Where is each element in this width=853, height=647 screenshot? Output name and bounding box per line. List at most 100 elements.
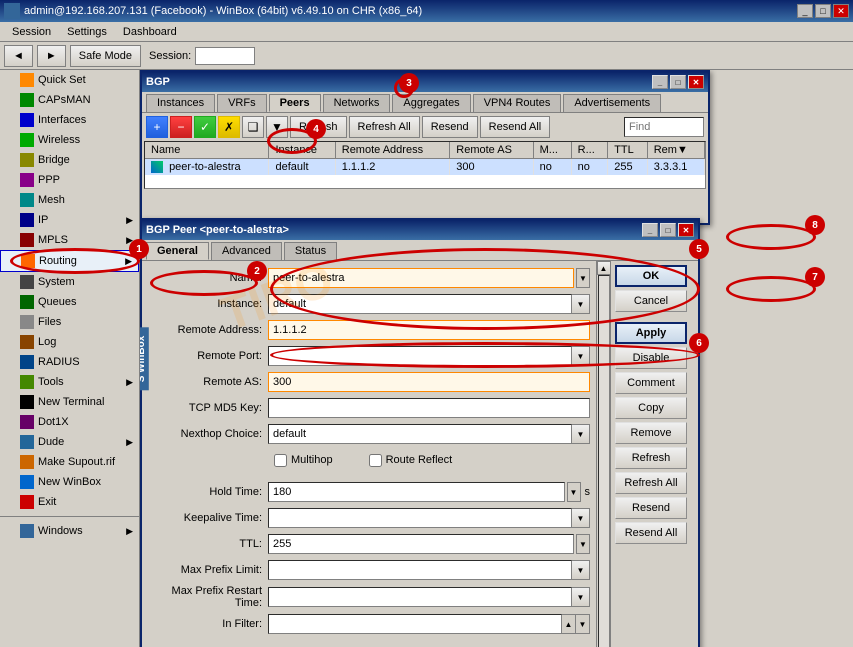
cancel-button[interactable]: Cancel (615, 290, 687, 312)
sidebar-item-newwinbox[interactable]: New WinBox (0, 472, 139, 492)
comment-button[interactable]: Comment (615, 372, 687, 394)
copy-button[interactable]: Copy (615, 397, 687, 419)
max-prefix-dropdown[interactable]: ▼ (572, 560, 590, 580)
sidebar-item-queues[interactable]: Queues (0, 292, 139, 312)
sidebar-item-radius[interactable]: RADIUS (0, 352, 139, 372)
nexthop-input[interactable] (268, 424, 572, 444)
sidebar-item-windows[interactable]: Windows ▶ (0, 521, 139, 541)
forward-button[interactable]: ► (37, 45, 66, 67)
sidebar-item-tools[interactable]: Tools ▶ (0, 372, 139, 392)
max-prefix-input[interactable] (268, 560, 572, 580)
name-scroll-down[interactable]: ▼ (576, 268, 590, 288)
ttl-input[interactable] (268, 534, 574, 554)
sidebar-item-exit[interactable]: Exit (0, 492, 139, 512)
refresh-peer-button[interactable]: Refresh (615, 447, 687, 469)
keepalive-input[interactable] (268, 508, 572, 528)
keepalive-dropdown[interactable]: ▼ (572, 508, 590, 528)
scroll-up[interactable]: ▲ (597, 261, 611, 275)
resend-all-peer-button[interactable]: Resend All (615, 522, 687, 544)
in-filter-down[interactable]: ▼ (576, 614, 590, 634)
multihop-checkbox[interactable] (274, 454, 287, 467)
filter-button[interactable]: ▼ (266, 116, 288, 138)
peer-close[interactable]: ✕ (678, 223, 694, 237)
minimize-button[interactable]: _ (797, 4, 813, 18)
sidebar-item-interfaces[interactable]: Interfaces (0, 110, 139, 130)
find-input[interactable] (624, 117, 704, 137)
sidebar-item-mpls[interactable]: MPLS ▶ (0, 230, 139, 250)
in-filter-input[interactable] (268, 614, 562, 634)
refresh-all-peer-button[interactable]: Refresh All (615, 472, 687, 494)
apply-button[interactable]: Apply (615, 322, 687, 344)
remote-address-input[interactable] (268, 320, 590, 340)
menu-settings[interactable]: Settings (59, 24, 115, 40)
sidebar-item-newterminal[interactable]: New Terminal (0, 392, 139, 412)
tab-advertisements[interactable]: Advertisements (563, 94, 661, 112)
sidebar-item-capsman[interactable]: CAPsMAN (0, 90, 139, 110)
remote-as-input[interactable] (268, 372, 590, 392)
scroll-track[interactable] (598, 275, 610, 647)
disable-button[interactable]: Disable (615, 347, 687, 369)
sidebar-item-ip[interactable]: IP ▶ (0, 210, 139, 230)
check-button[interactable]: ✓ (194, 116, 216, 138)
peer-tab-advanced[interactable]: Advanced (211, 242, 282, 260)
back-button[interactable]: ◄ (4, 45, 33, 67)
tab-vrfs[interactable]: VRFs (217, 94, 267, 112)
resend-all-button[interactable]: Resend All (480, 116, 551, 138)
sidebar-item-wireless[interactable]: Wireless (0, 130, 139, 150)
tab-vpn4routes[interactable]: VPN4 Routes (473, 94, 562, 112)
peer-tab-general[interactable]: General (146, 242, 209, 260)
cross-button[interactable]: ✗ (218, 116, 240, 138)
in-filter-up[interactable]: ▲ (562, 614, 576, 634)
remote-port-dropdown[interactable]: ▼ (572, 346, 590, 366)
tcp-md5-input[interactable] (268, 398, 590, 418)
name-input[interactable] (268, 268, 574, 288)
sidebar-item-system[interactable]: System (0, 272, 139, 292)
resend-peer-button[interactable]: Resend (615, 497, 687, 519)
close-button[interactable]: ✕ (833, 4, 849, 18)
max-prefix-restart-dropdown[interactable]: ▼ (572, 587, 590, 607)
sidebar-item-quickset[interactable]: Quick Set (0, 70, 139, 90)
menu-session[interactable]: Session (4, 24, 59, 40)
tab-networks[interactable]: Networks (323, 94, 391, 112)
instance-input[interactable] (268, 294, 572, 314)
sidebar-item-bridge[interactable]: Bridge (0, 150, 139, 170)
peer-tab-status[interactable]: Status (284, 242, 337, 260)
instance-dropdown[interactable]: ▼ (572, 294, 590, 314)
safe-mode-button[interactable]: Safe Mode (70, 45, 141, 67)
bgp-maximize[interactable]: □ (670, 75, 686, 89)
tab-peers[interactable]: Peers (269, 94, 321, 112)
hold-time-down[interactable]: ▼ (567, 482, 581, 502)
ttl-down[interactable]: ▼ (576, 534, 590, 554)
ok-button[interactable]: OK (615, 265, 687, 287)
remote-port-input[interactable] (268, 346, 572, 366)
bgp-close[interactable]: ✕ (688, 75, 704, 89)
remove-peer-button[interactable]: Remove (615, 422, 687, 444)
sidebar-item-makecloud[interactable]: Make Supout.rif (0, 452, 139, 472)
sidebar-item-dot1x[interactable]: Dot1X (0, 412, 139, 432)
maximize-button[interactable]: □ (815, 4, 831, 18)
resend-button[interactable]: Resend (422, 116, 478, 138)
menu-dashboard[interactable]: Dashboard (115, 24, 185, 40)
sidebar-item-routing[interactable]: Routing ▶ (0, 250, 139, 272)
tab-instances[interactable]: Instances (146, 94, 215, 112)
sidebar-item-log[interactable]: Log (0, 332, 139, 352)
nexthop-dropdown[interactable]: ▼ (572, 424, 590, 444)
table-row[interactable]: peer-to-alestra default 1.1.1.2 300 no n… (145, 159, 705, 176)
sidebar-item-dude[interactable]: Dude ▶ (0, 432, 139, 452)
bgp-minimize[interactable]: _ (652, 75, 668, 89)
session-input[interactable] (195, 47, 255, 65)
remove-button[interactable]: − (170, 116, 192, 138)
sidebar-item-mesh[interactable]: Mesh (0, 190, 139, 210)
add-button[interactable]: + (146, 116, 168, 138)
peer-minimize[interactable]: _ (642, 223, 658, 237)
sidebar-item-ppp[interactable]: PPP (0, 170, 139, 190)
max-prefix-restart-input[interactable] (268, 587, 572, 607)
refresh-all-button[interactable]: Refresh All (349, 116, 420, 138)
peer-maximize[interactable]: □ (660, 223, 676, 237)
copy-icon-button[interactable]: ❑ (242, 116, 264, 138)
route-reflect-checkbox[interactable] (369, 454, 382, 467)
sidebar-item-files[interactable]: Files (0, 312, 139, 332)
hold-time-input[interactable] (268, 482, 565, 502)
tab-aggregates[interactable]: Aggregates (392, 94, 470, 112)
refresh-button[interactable]: Refresh (290, 116, 347, 138)
